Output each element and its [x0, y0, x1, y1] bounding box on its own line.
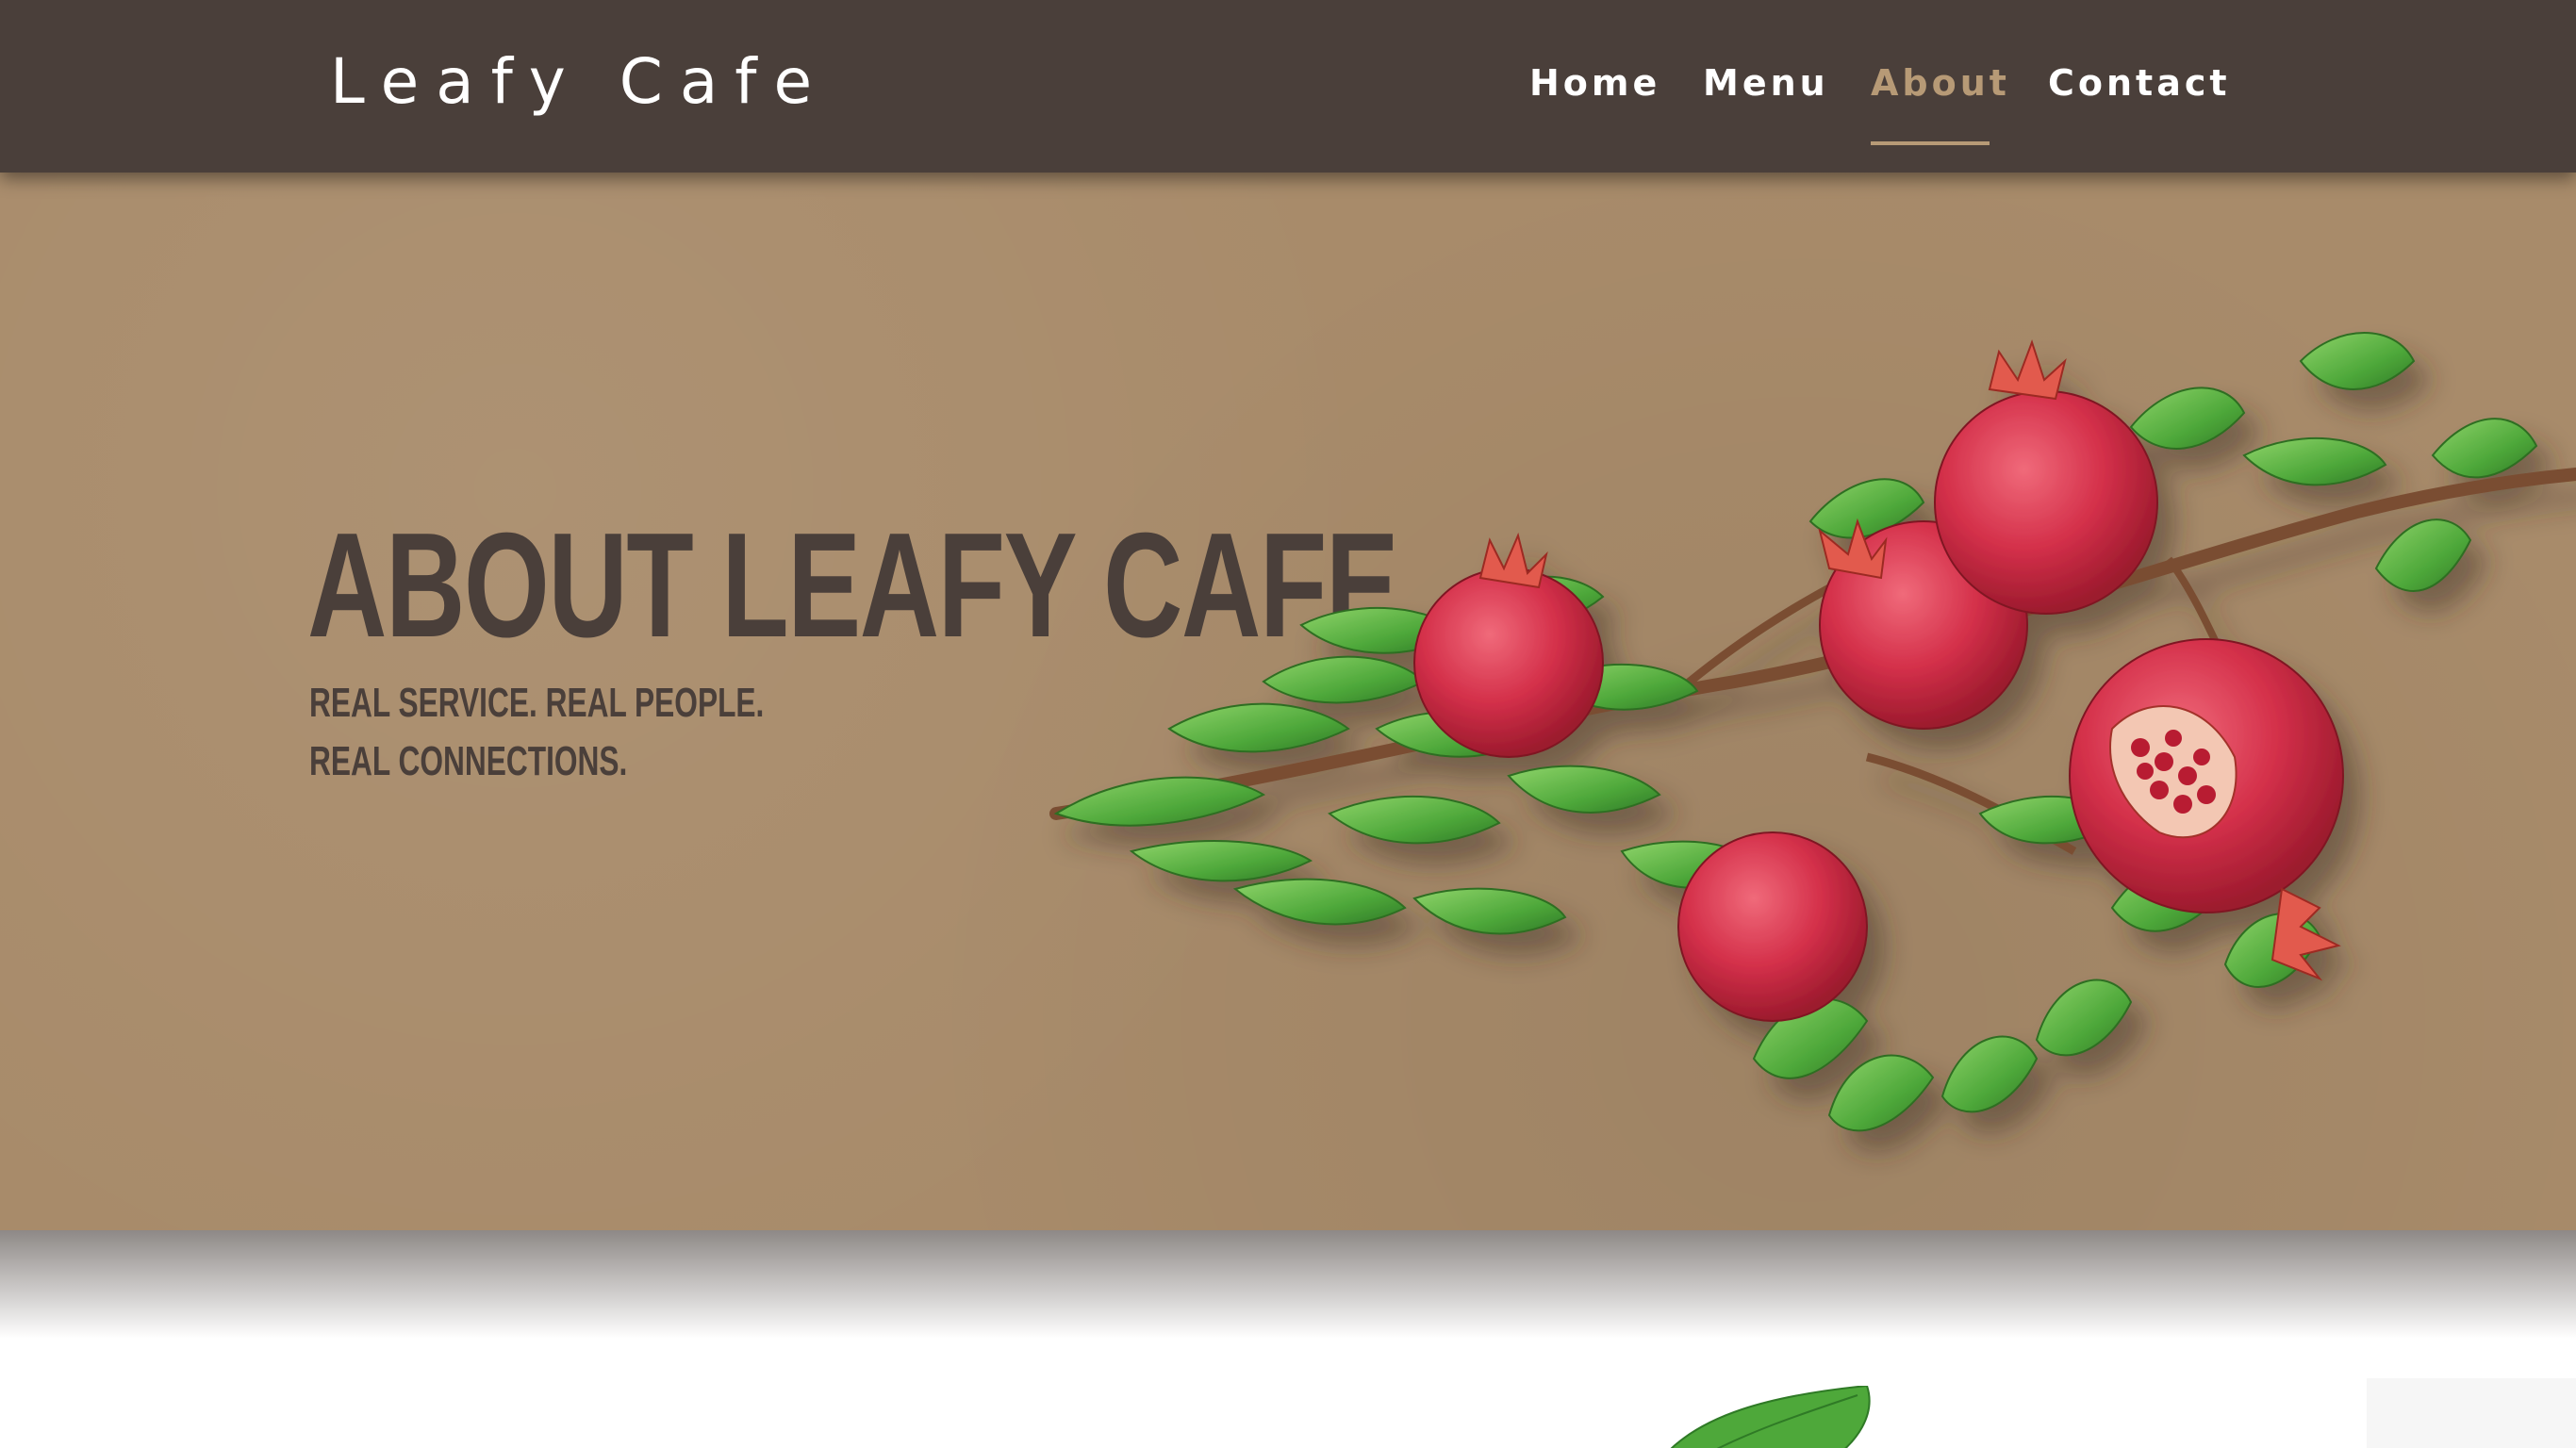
nav-home[interactable]: Home [1529, 62, 1660, 104]
nav-about[interactable]: About [1871, 62, 2010, 104]
hero-banner: ABOUT LEAFY CAFE REAL SERVICE. REAL PEOP… [0, 173, 2576, 1230]
hero-subtitle-line1: REAL SERVICE. REAL PEOPLE. [309, 680, 765, 726]
site-header: Leafy Cafe Home Menu About Contact [0, 0, 2576, 173]
nav-contact[interactable]: Contact [2048, 62, 2231, 104]
nav-menu[interactable]: Menu [1703, 62, 1829, 104]
site-logo[interactable]: Leafy Cafe [330, 45, 829, 118]
pomegranate-branch-illustration [1049, 332, 2576, 1132]
hero-shadow [0, 1226, 2576, 1339]
hero-subtitle-line2: REAL CONNECTIONS. [309, 738, 628, 784]
faded-badge [2367, 1378, 2576, 1448]
page: Leafy Cafe Home Menu About Contact ABOUT… [0, 0, 2576, 1448]
leaf-decoration [1670, 1386, 1871, 1448]
nav-active-underline [1871, 141, 1990, 145]
